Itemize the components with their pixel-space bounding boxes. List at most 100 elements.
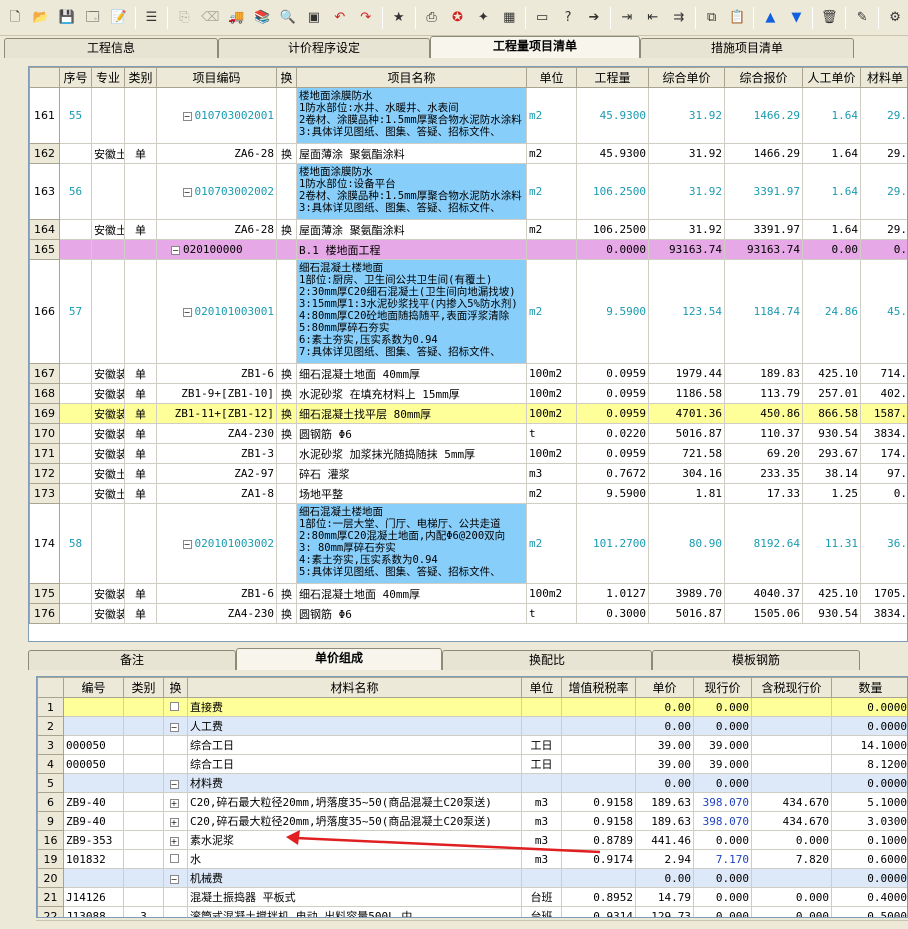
- collapse-icon[interactable]: −: [182, 112, 192, 121]
- top-tab-1[interactable]: 工程信息: [4, 38, 218, 58]
- quantity-cell[interactable]: 0.0000: [831, 697, 907, 717]
- current-price-cell[interactable]: 0.000: [693, 716, 752, 736]
- table-row[interactable]: 161 55 −010703002001 楼地面涂膜防水 1防水部位:水井、水暖井、水表…: [29, 87, 907, 144]
- copy-disabled-icon[interactable]: ⎘: [173, 7, 195, 29]
- list-icon[interactable]: ☰: [141, 7, 163, 29]
- main-header-col-10[interactable]: 综合报价: [724, 67, 803, 88]
- expand-icon[interactable]: ⇉: [668, 7, 690, 29]
- table-row[interactable]: 167 安徽装单 ZB1-6 换细石混凝土地面 40mm厚 100m2 0.0959 197…: [29, 363, 907, 384]
- item-name-cell[interactable]: 碎石 灌浆: [296, 463, 527, 484]
- material-name-cell[interactable]: C20,碎石最大粒径20mm,坍落度35~50(商品混凝土C20泵送): [187, 811, 522, 831]
- bottom-header-col-5[interactable]: 单位: [521, 677, 562, 698]
- list-item[interactable]: 21 J14126 混凝土振捣器 平板式 台班 0.8952 14.79 0.000 0.00…: [37, 887, 907, 907]
- quantity-cell[interactable]: 5.1000: [831, 792, 907, 812]
- collapse-icon[interactable]: −: [169, 779, 179, 789]
- search-item-icon[interactable]: 🔍: [277, 7, 299, 29]
- settings-grid-icon[interactable]: ⚙: [884, 7, 906, 29]
- current-price-cell[interactable]: 0.000: [693, 887, 752, 907]
- top-tab-3[interactable]: 工程量项目清单: [430, 36, 640, 58]
- expand-cell[interactable]: +: [163, 811, 188, 831]
- table-row[interactable]: 172 安徽土单 ZA2-97 碎石 灌浆 m3 0.7672 304.16 233.35 38…: [29, 463, 907, 484]
- table-row[interactable]: 166 57−020101003001 细石混凝土楼地面 1部位:厨房、卫生间公共卫生…: [29, 259, 907, 364]
- list-item[interactable]: 19 101832 水 m3 0.9174 2.94 7.170 7.820 0.6000: [37, 849, 907, 869]
- expand-cell[interactable]: [163, 697, 188, 717]
- copy-icon[interactable]: ⧉: [701, 7, 723, 29]
- main-header-col-7[interactable]: 单位: [526, 67, 577, 88]
- code-cell[interactable]: ZA4-230: [156, 603, 277, 624]
- material-name-cell[interactable]: 机械费: [187, 868, 522, 888]
- top-tab-2[interactable]: 计价程序设定: [218, 38, 430, 58]
- current-price-cell[interactable]: 39.000: [693, 735, 752, 755]
- checkbox-icon[interactable]: [169, 853, 179, 863]
- material-name-cell[interactable]: 混凝土振捣器 平板式: [187, 887, 522, 907]
- expand-cell[interactable]: +: [163, 830, 188, 850]
- up-arrow-icon[interactable]: ▲: [759, 7, 781, 29]
- expand-cell[interactable]: [163, 887, 188, 907]
- open-folder-icon[interactable]: 📂: [30, 7, 52, 29]
- item-name-cell[interactable]: 水泥砂浆 在填充材料上 15mm厚: [296, 383, 527, 404]
- collapse-icon[interactable]: −: [182, 540, 192, 549]
- item-name-cell[interactable]: 细石混凝土楼地面 1部位:一层大堂、门厅、电梯厅、公共走道 2:80mm厚C20混凝…: [296, 503, 527, 584]
- material-name-cell[interactable]: 水: [187, 849, 522, 869]
- list-item[interactable]: 2 − 人工费 0.00 0.000 0.0000: [37, 716, 907, 736]
- calculator-icon[interactable]: ▦: [498, 7, 520, 29]
- current-price-cell[interactable]: 7.170: [693, 849, 752, 869]
- code-cell[interactable]: −020101003002: [156, 503, 277, 584]
- table-row[interactable]: 165−020100000 B.1 楼地面工程 0.0000 93163.74 9316…: [29, 239, 907, 260]
- expand-cell[interactable]: −: [163, 773, 188, 793]
- material-name-cell[interactable]: 材料费: [187, 773, 522, 793]
- top-tab-4[interactable]: 措施项目清单: [640, 38, 854, 58]
- table-row[interactable]: 162 安徽土单 ZA6-28 换屋面薄涂 聚氨酯涂料 m2 45.9300 31.92 14…: [29, 143, 907, 164]
- lifebuoy-icon[interactable]: ✪: [447, 7, 469, 29]
- new-file-icon[interactable]: 🗋: [4, 7, 26, 29]
- expand-icon[interactable]: +: [169, 817, 179, 827]
- list-item[interactable]: 9 ZB9-40 + C20,碎石最大粒径20mm,坍落度35~50(商品混凝土C20…: [37, 811, 907, 831]
- down-arrow-icon[interactable]: ▼: [785, 7, 807, 29]
- horizontal-scrollbar[interactable]: [36, 920, 908, 929]
- code-cell[interactable]: ZB1-6: [156, 583, 277, 604]
- clear-disabled-icon[interactable]: ⌫: [199, 7, 221, 29]
- material-name-cell[interactable]: 直接费: [187, 697, 522, 717]
- pencil-icon[interactable]: ✎: [851, 7, 873, 29]
- expand-cell[interactable]: −: [163, 868, 188, 888]
- print-icon[interactable]: ⎙: [421, 7, 443, 29]
- quantity-cell[interactable]: 0.6000: [831, 849, 907, 869]
- main-header-col-1[interactable]: 序号: [59, 67, 92, 88]
- monitor-icon[interactable]: ▭: [531, 7, 553, 29]
- code-cell[interactable]: ZA2-97: [156, 463, 277, 484]
- list-item[interactable]: 1 直接费 0.00 0.000 0.0000: [37, 697, 907, 717]
- list-item[interactable]: 20 − 机械费 0.00 0.000 0.0000: [37, 868, 907, 888]
- list-item[interactable]: 16 ZB9-353 + 素水泥浆 m3 0.8789 441.46 0.000 0.000 0.…: [37, 830, 907, 850]
- code-cell[interactable]: ZA6-28: [156, 219, 277, 240]
- quantity-cell[interactable]: 8.1200: [831, 754, 907, 774]
- quantity-cell[interactable]: 0.4000: [831, 887, 907, 907]
- current-price-cell[interactable]: 0.000: [693, 830, 752, 850]
- main-header-col-5[interactable]: 换: [276, 67, 297, 88]
- item-name-cell[interactable]: 细石混凝土地面 40mm厚: [296, 363, 527, 384]
- bottom-header-col-9[interactable]: 含税现行价: [751, 677, 832, 698]
- code-cell[interactable]: ZB1-9+[ZB1-10]: [156, 383, 277, 404]
- main-header-col-8[interactable]: 工程量: [576, 67, 649, 88]
- collapse-icon[interactable]: −: [171, 246, 180, 255]
- code-cell[interactable]: ZB1-11+[ZB1-12]: [156, 403, 277, 424]
- checkbox-icon[interactable]: [169, 701, 179, 711]
- item-name-cell[interactable]: 圆钢筋 Φ6: [296, 423, 527, 444]
- table-row[interactable]: 171 安徽装单 ZB1-3 水泥砂浆 加浆抹光随捣随抹 5mm厚 100m2 0.095…: [29, 443, 907, 464]
- item-name-cell[interactable]: 屋面薄涂 聚氨酯涂料: [296, 143, 527, 164]
- list-item[interactable]: 4 000050 综合工日 工日 39.00 39.000 8.1200: [37, 754, 907, 774]
- quantity-cell[interactable]: 0.1000: [831, 830, 907, 850]
- expand-cell[interactable]: [163, 735, 188, 755]
- quantity-cell[interactable]: 0.0000: [831, 716, 907, 736]
- bottom-header-col-8[interactable]: 现行价: [693, 677, 752, 698]
- material-name-cell[interactable]: 人工费: [187, 716, 522, 736]
- current-price-cell[interactable]: 0.000: [693, 868, 752, 888]
- bottom-header-col-3[interactable]: 换: [163, 677, 188, 698]
- table-row[interactable]: 173 安徽土单 ZA1-8 场地平整 m2 9.5900 1.81 17.33 1.25 0.: [29, 483, 907, 504]
- item-name-cell[interactable]: B.1 楼地面工程: [296, 239, 527, 260]
- current-price-cell[interactable]: 39.000: [693, 754, 752, 774]
- books-icon[interactable]: 📚: [251, 7, 273, 29]
- star-icon[interactable]: ★: [388, 7, 410, 29]
- main-header-col-3[interactable]: 类别: [124, 67, 157, 88]
- current-price-cell[interactable]: 0.000: [693, 773, 752, 793]
- code-cell[interactable]: ZA4-230: [156, 423, 277, 444]
